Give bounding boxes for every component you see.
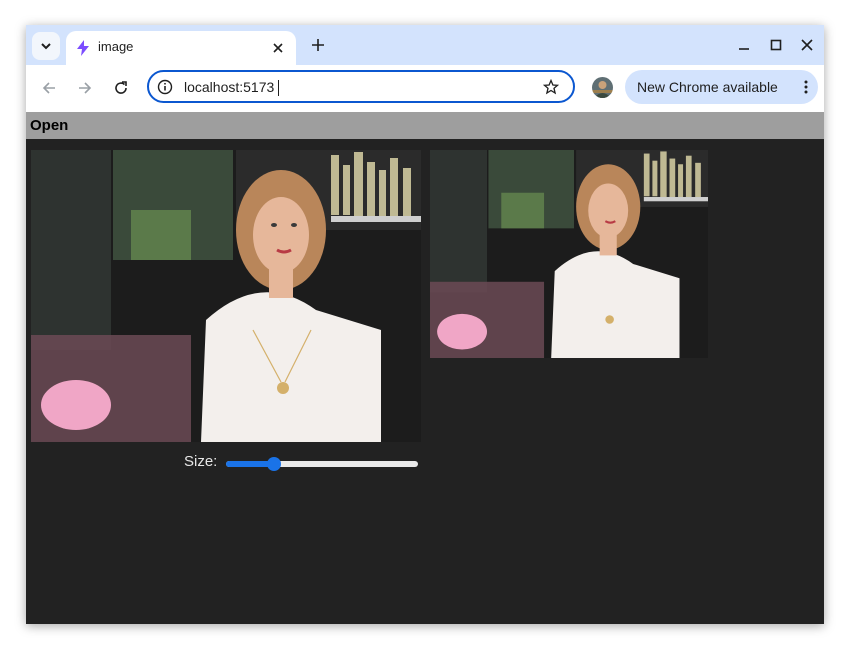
chevron-down-icon <box>41 43 51 50</box>
maximize-icon <box>770 39 782 51</box>
size-slider-thumb[interactable] <box>267 457 281 471</box>
thumbnail-image <box>430 150 708 358</box>
menu-bar: Open <box>26 112 824 139</box>
size-slider[interactable] <box>226 457 418 471</box>
close-tab-button[interactable] <box>270 40 286 56</box>
close-window-button[interactable] <box>797 35 817 55</box>
browser-window: image localhost:5173 New Chrome availabl… <box>26 25 824 624</box>
avatar-icon <box>592 77 613 98</box>
page-content: Open Size: <box>26 112 824 624</box>
more-vert-icon <box>804 80 808 94</box>
tab-search-button[interactable] <box>32 32 60 60</box>
new-chrome-available-button[interactable]: New Chrome available <box>625 70 818 104</box>
minimize-button[interactable] <box>734 35 754 55</box>
bolt-icon <box>77 40 89 56</box>
arrow-left-icon <box>42 82 55 94</box>
tab-image[interactable]: image <box>66 31 296 65</box>
new-tab-button[interactable] <box>308 35 328 55</box>
profile-avatar[interactable] <box>592 77 613 98</box>
plus-icon <box>312 39 324 51</box>
size-label: Size: <box>184 453 218 470</box>
arrow-right-icon <box>79 82 92 94</box>
forward-button[interactable] <box>74 77 96 99</box>
open-menu-item[interactable]: Open <box>30 117 68 134</box>
browser-toolbar: New Chrome available <box>26 65 824 112</box>
update-label: New Chrome available <box>637 79 778 95</box>
main-image <box>31 150 421 442</box>
reload-icon <box>115 81 127 94</box>
minimize-icon <box>739 48 749 50</box>
tab-title: image <box>98 39 134 54</box>
photo-thumb <box>430 150 708 358</box>
photo-main <box>31 150 421 442</box>
info-icon[interactable] <box>157 79 173 95</box>
back-button[interactable] <box>38 77 60 99</box>
close-icon <box>801 39 813 51</box>
close-icon <box>273 43 283 53</box>
reload-button[interactable] <box>110 77 132 99</box>
size-control: Size: <box>184 450 420 474</box>
maximize-button[interactable] <box>766 35 786 55</box>
text-caret <box>278 80 279 96</box>
star-icon[interactable] <box>543 79 559 95</box>
tab-strip: image <box>26 25 824 65</box>
url-input[interactable] <box>184 77 514 97</box>
address-bar[interactable] <box>147 70 575 103</box>
